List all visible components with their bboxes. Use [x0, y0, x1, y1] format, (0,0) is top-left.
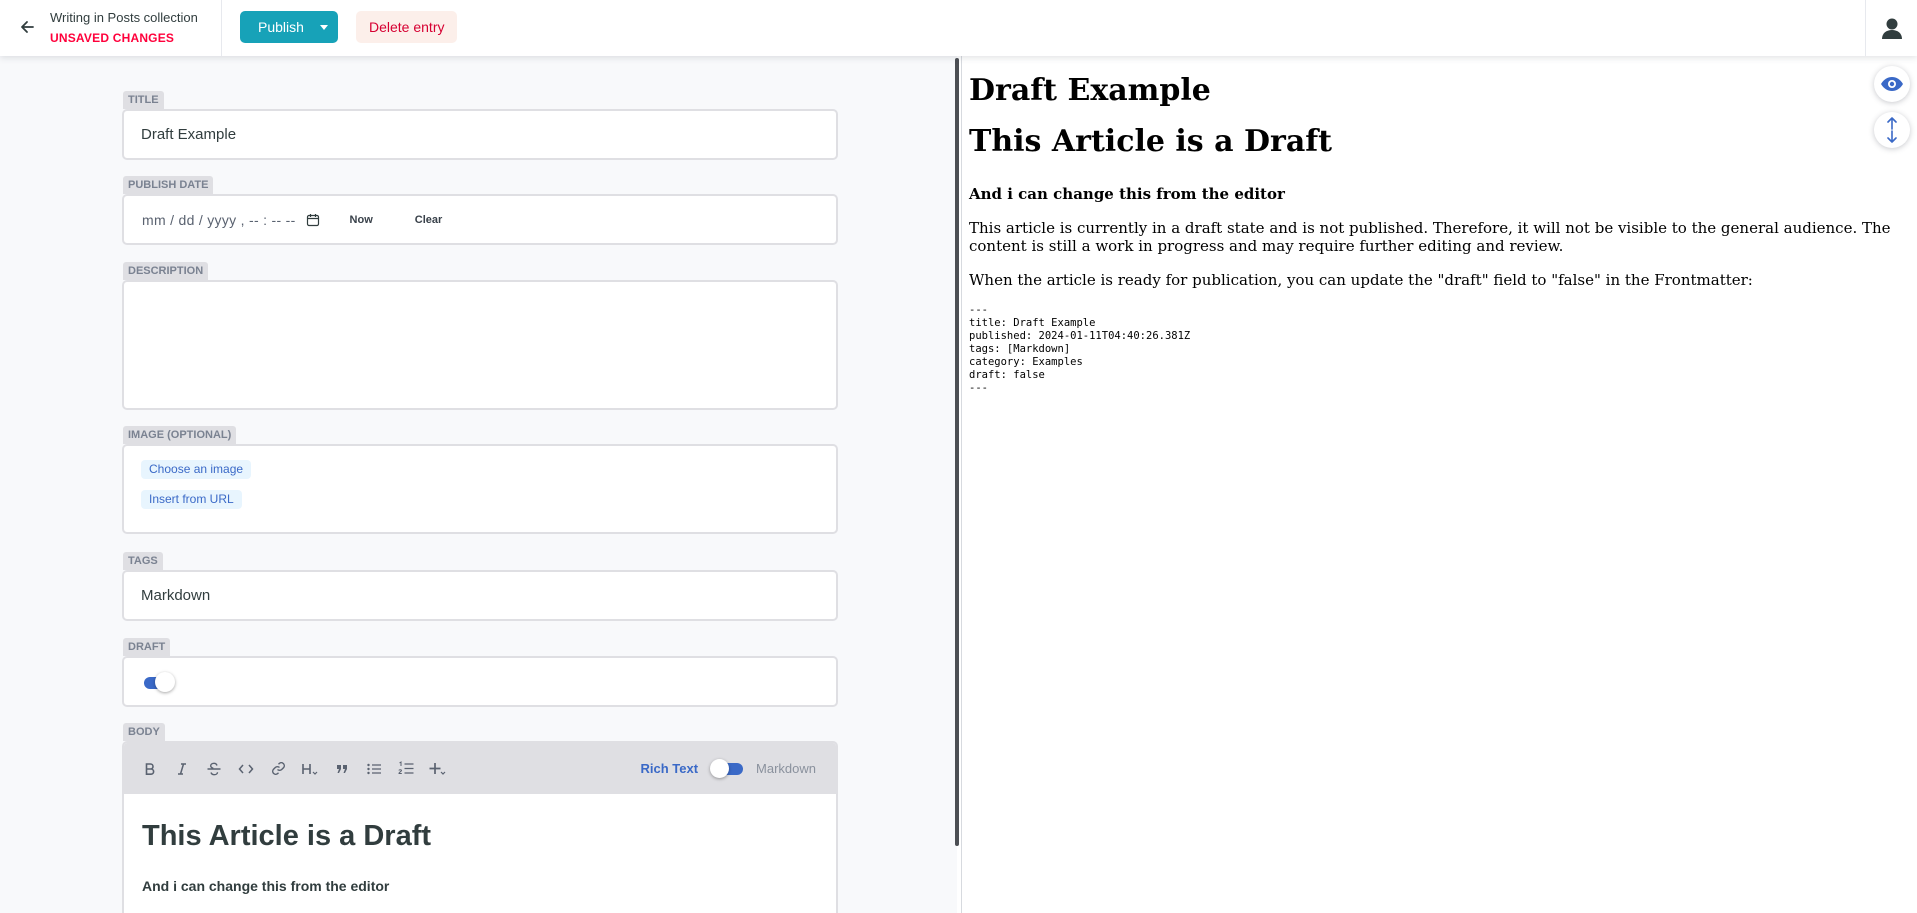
- delete-entry-button[interactable]: Delete entry: [356, 11, 458, 43]
- bulleted-list-icon[interactable]: [360, 755, 388, 783]
- unsaved-status: UNSAVED CHANGES: [50, 31, 175, 45]
- editor-pane: TITLE Draft Example PUBLISH DATE mm / dd…: [0, 56, 957, 913]
- numbered-list-icon[interactable]: [392, 755, 420, 783]
- preview-subheading: And i can change this from the editor: [969, 185, 1285, 203]
- title-input[interactable]: Draft Example: [122, 109, 838, 160]
- add-component-icon[interactable]: [424, 755, 452, 783]
- heading-icon[interactable]: [296, 755, 324, 783]
- editor-mode-switch: Rich Text Markdown: [640, 743, 816, 794]
- date-placeholder: mm / dd / yyyy , -- : -- --: [142, 211, 296, 228]
- draft-toggle-row: [122, 656, 838, 707]
- title-field: TITLE Draft Example: [122, 90, 838, 160]
- rich-text-mode[interactable]: Rich Text: [640, 761, 698, 776]
- insert-from-url-button[interactable]: Insert from URL: [141, 490, 242, 509]
- rich-text-content[interactable]: This Article is a Draft And i can change…: [124, 794, 836, 913]
- divider: [221, 0, 222, 56]
- italic-icon[interactable]: [168, 755, 196, 783]
- tags-input[interactable]: Markdown: [122, 570, 838, 621]
- now-button[interactable]: Now: [350, 214, 373, 226]
- sync-scroll-icon[interactable]: [1874, 112, 1910, 148]
- calendar-icon[interactable]: [306, 213, 320, 227]
- body-field: BODY Rich Text Markdown This Article is …: [122, 722, 838, 913]
- image-picker: Choose an image Insert from URL: [122, 444, 838, 534]
- tags-label: TAGS: [123, 552, 163, 570]
- bold-icon[interactable]: [136, 755, 164, 783]
- publish-date-input[interactable]: mm / dd / yyyy , -- : -- -- Now Clear: [122, 194, 838, 245]
- caret-down-icon[interactable]: [320, 24, 328, 30]
- body-subtext: And i can change this from the editor: [142, 878, 390, 894]
- eye-icon[interactable]: [1874, 66, 1910, 102]
- publish-button[interactable]: Publish: [240, 11, 338, 43]
- strikethrough-icon[interactable]: [200, 755, 228, 783]
- user-icon[interactable]: [1877, 14, 1906, 42]
- description-label: DESCRIPTION: [123, 262, 209, 280]
- description-field: DESCRIPTION: [122, 261, 838, 410]
- image-field: IMAGE (OPTIONAL) Choose an image Insert …: [122, 425, 838, 534]
- body-editor: Rich Text Markdown This Article is a Dra…: [122, 741, 838, 913]
- quote-icon[interactable]: [328, 755, 356, 783]
- preview-paragraph-1: This article is currently in a draft sta…: [969, 219, 1891, 255]
- publish-label: Publish: [258, 19, 304, 35]
- publish-date-field: PUBLISH DATE mm / dd / yyyy , -- : -- --…: [122, 175, 838, 245]
- image-label: IMAGE (OPTIONAL): [123, 426, 237, 444]
- body-toolbar: Rich Text Markdown: [124, 743, 836, 794]
- title-label: TITLE: [123, 91, 164, 109]
- clear-button[interactable]: Clear: [415, 214, 443, 226]
- pane-resize-handle[interactable]: [955, 58, 959, 846]
- body-heading: This Article is a Draft: [142, 820, 432, 852]
- back-arrow-icon[interactable]: [14, 14, 40, 40]
- publish-date-label: PUBLISH DATE: [123, 176, 214, 194]
- markdown-mode[interactable]: Markdown: [756, 761, 816, 776]
- collection-title: Writing in Posts collection: [50, 10, 198, 25]
- choose-image-button[interactable]: Choose an image: [141, 460, 252, 479]
- mode-toggle[interactable]: [709, 758, 745, 778]
- tags-field: TAGS Markdown: [122, 551, 838, 621]
- preview-paragraph-2: When the article is ready for publicatio…: [969, 271, 1753, 289]
- body-label: BODY: [123, 723, 165, 741]
- collection-info: Writing in Posts collection UNSAVED CHAN…: [50, 10, 198, 46]
- code-icon[interactable]: [232, 755, 260, 783]
- preview-code-block: --- title: Draft Example published: 2024…: [969, 304, 1191, 394]
- user-menu: [1865, 0, 1917, 56]
- draft-toggle-knob: [155, 671, 175, 692]
- description-textarea[interactable]: [122, 280, 838, 410]
- preview-title: Draft Example: [969, 73, 1211, 108]
- preview-heading: This Article is a Draft: [969, 124, 1333, 159]
- top-bar: Writing in Posts collection UNSAVED CHAN…: [0, 0, 1917, 56]
- draft-toggle[interactable]: [142, 671, 176, 692]
- preview-pane: Draft Example This Article is a Draft An…: [962, 56, 1917, 913]
- link-icon[interactable]: [264, 755, 292, 783]
- draft-label: DRAFT: [123, 638, 171, 656]
- mode-toggle-knob: [710, 758, 730, 778]
- draft-field: DRAFT: [122, 637, 838, 707]
